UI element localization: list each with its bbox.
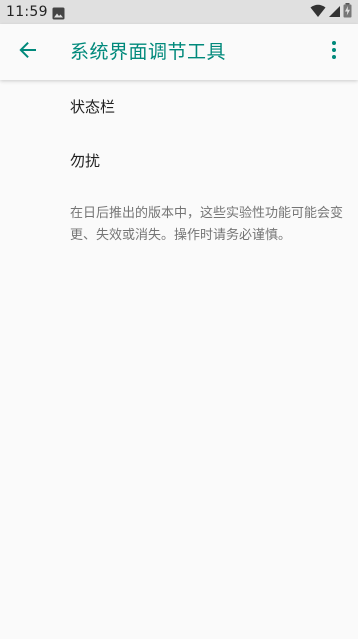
status-bar: 11:59 bbox=[0, 0, 358, 24]
app-bar: 系统界面调节工具 bbox=[0, 24, 358, 80]
pref-item-status-bar-label: 状态栏 bbox=[70, 98, 116, 116]
arrow-back-icon bbox=[18, 40, 38, 64]
experimental-warning-text: 在日后推出的版本中，这些实验性功能可能会变更、失效或消失。操作时请务必谨慎。 bbox=[70, 206, 344, 243]
status-icons bbox=[310, 2, 352, 22]
back-button[interactable] bbox=[4, 28, 52, 76]
more-options-button[interactable] bbox=[314, 28, 354, 76]
pref-item-do-not-disturb-label: 勿扰 bbox=[70, 152, 101, 170]
cell-signal-icon bbox=[328, 3, 341, 22]
wifi-icon bbox=[310, 3, 326, 22]
page-title: 系统界面调节工具 bbox=[70, 41, 227, 63]
battery-charging-icon bbox=[343, 2, 352, 22]
more-vert-icon bbox=[331, 40, 337, 64]
status-time: 11:59 bbox=[6, 4, 48, 20]
image-notification-icon bbox=[52, 5, 65, 20]
